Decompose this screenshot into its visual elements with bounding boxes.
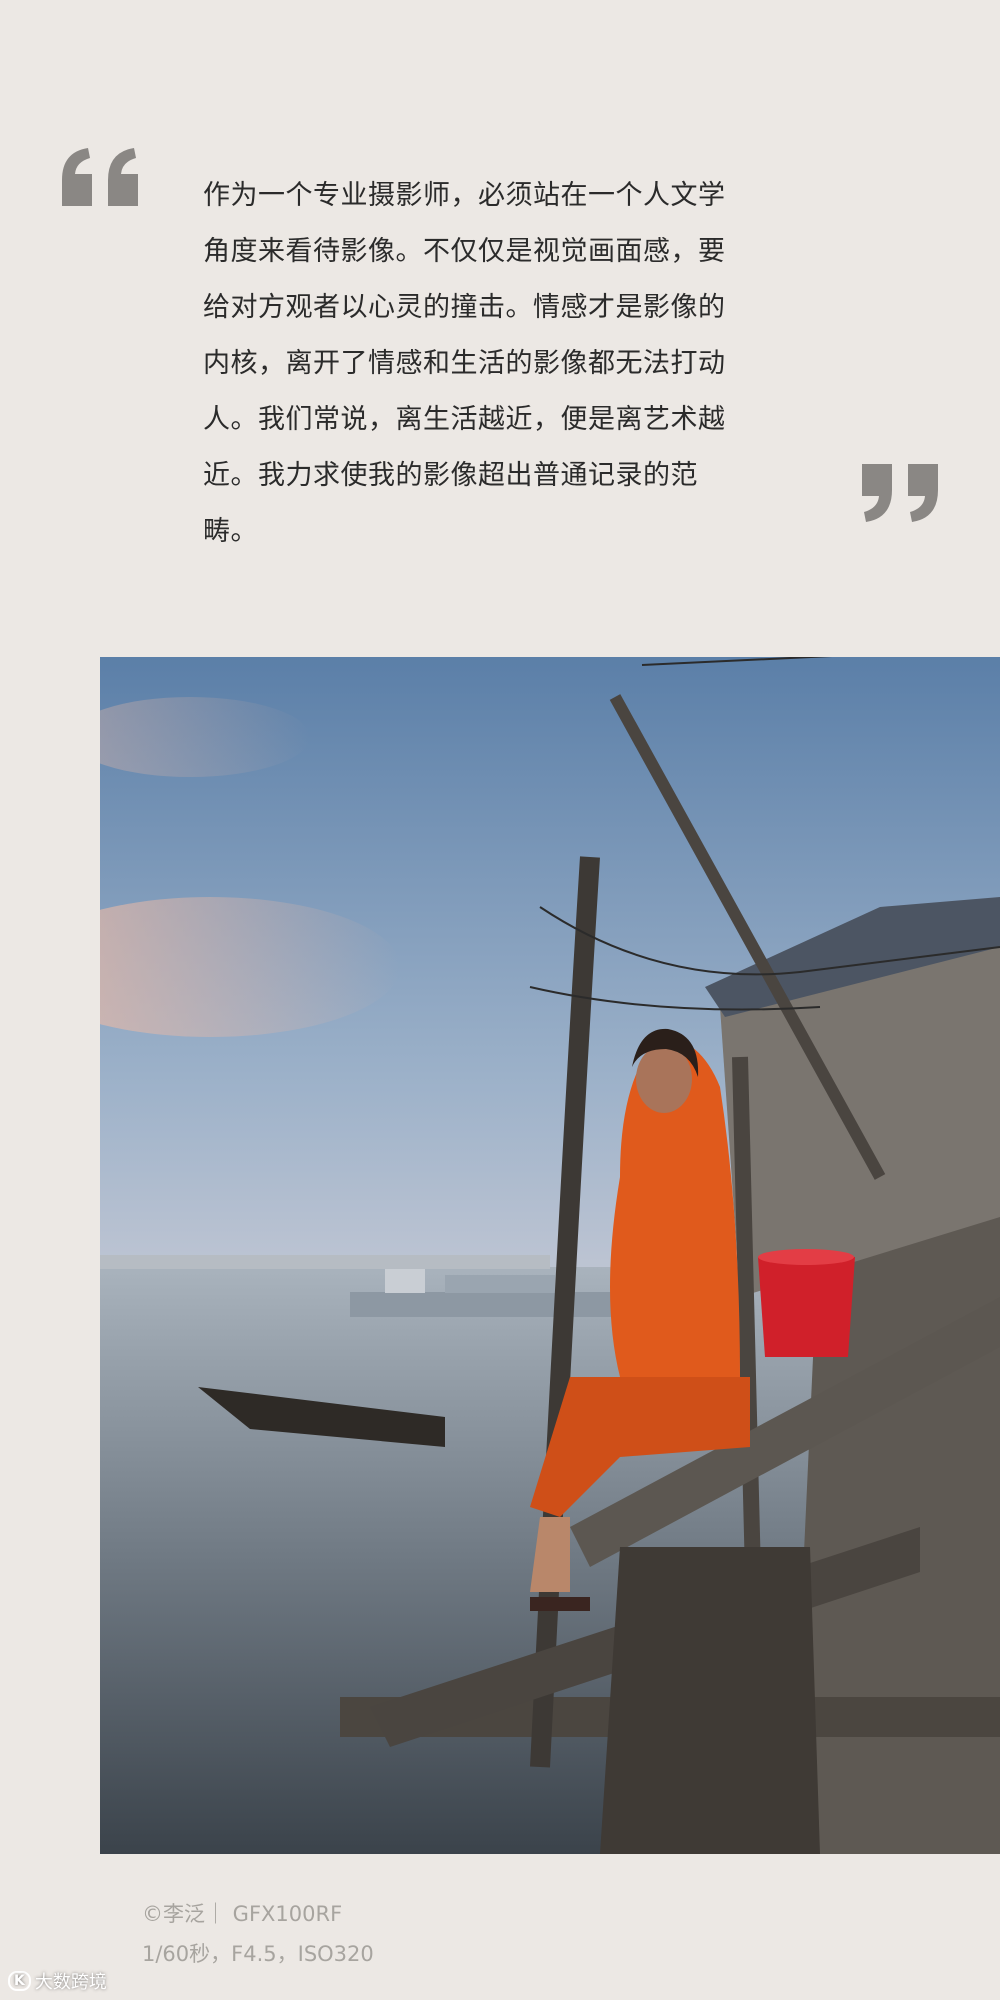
watermark-text: 大数跨境 — [34, 1972, 107, 1993]
close-quote-icon — [862, 464, 938, 522]
quote-line: 内核，离开了情感和生活的影像都无法打动 — [203, 348, 726, 379]
quote-line: 畴。 — [203, 516, 258, 547]
watermark-logo-icon: K — [8, 1971, 31, 1991]
camera-settings: 1/60秒，F4.5，ISO320 — [142, 1942, 374, 1966]
quote-line: 作为一个专业摄影师，必须站在一个人文学 — [203, 180, 726, 211]
photo-caption: ©李泛｜ GFX100RF 1/60秒，F4.5，ISO320 — [142, 1894, 374, 1974]
quote-line: 给对方观者以心灵的撞击。情感才是影像的 — [203, 292, 726, 323]
watermark: K 大数跨境 — [8, 1968, 107, 1994]
quote-line: 近。我力求使我的影像超出普通记录的范 — [203, 460, 698, 491]
open-quote-icon — [62, 148, 138, 206]
quote-line: 人。我们常说，离生活越近，便是离艺术越 — [203, 404, 726, 435]
photograph — [100, 657, 1000, 1854]
photograph-girl-on-stilt-dock — [100, 657, 1000, 1854]
quote-text: 作为一个专业摄影师，必须站在一个人文学 角度来看待影像。不仅仅是视觉画面感，要 … — [203, 168, 803, 560]
photo-credit: ©李泛｜ GFX100RF — [142, 1902, 343, 1926]
quote-line: 角度来看待影像。不仅仅是视觉画面感，要 — [203, 236, 726, 267]
